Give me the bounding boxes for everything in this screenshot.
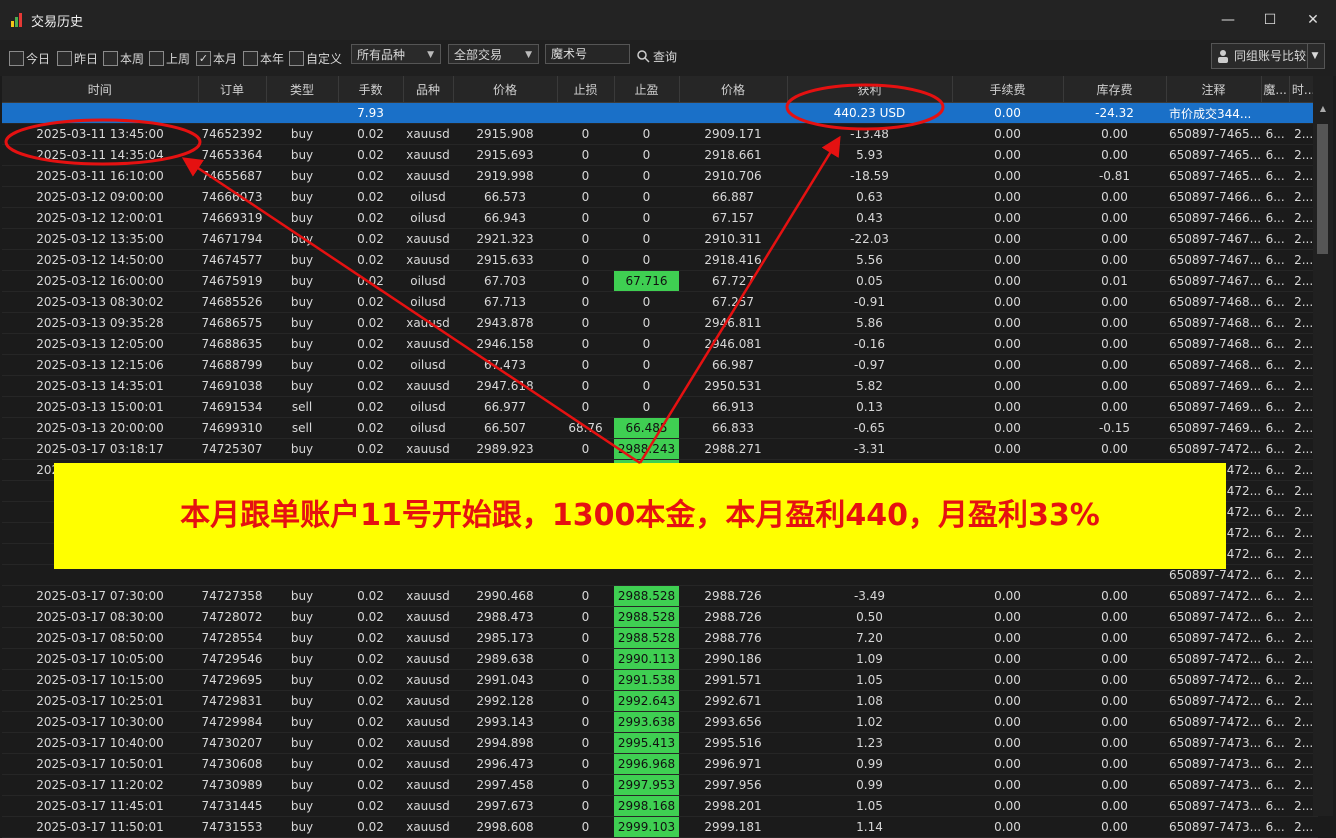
cell-commission: 0.00: [952, 816, 1063, 838]
cell-order: 74731553: [198, 816, 266, 838]
cell-take-profit: 2999.103: [614, 816, 679, 838]
arrow-to-total-profit: [638, 135, 841, 464]
cell-price-open: 2998.608: [453, 816, 557, 838]
cell-comment: 650897-7473...: [1166, 816, 1262, 838]
cell-magic: 6...: [1261, 816, 1290, 838]
cell-lots: 0.02: [338, 816, 403, 838]
cell-symbol: xauusd: [403, 816, 453, 838]
time-highlight-ellipse: [4, 118, 202, 166]
annotation-overlay: [4, 83, 945, 465]
cell-type: buy: [266, 816, 338, 838]
table-row[interactable]: 2025-03-17 11:50:01 74731553 buy 0.02 xauusd…: [2, 816, 1319, 838]
cell-time-extra: 2...: [1289, 816, 1319, 838]
cell-profit: 1.14: [787, 816, 952, 838]
cell-time: 2025-03-17 11:50:01: [2, 816, 198, 838]
cell-stop-loss: 0: [557, 816, 614, 838]
arrow-to-start-time: [181, 157, 641, 465]
cell-swap: 0.00: [1063, 816, 1166, 838]
profit-highlight-ellipse: [785, 83, 945, 131]
cell-price-close: 2999.181: [679, 816, 787, 838]
